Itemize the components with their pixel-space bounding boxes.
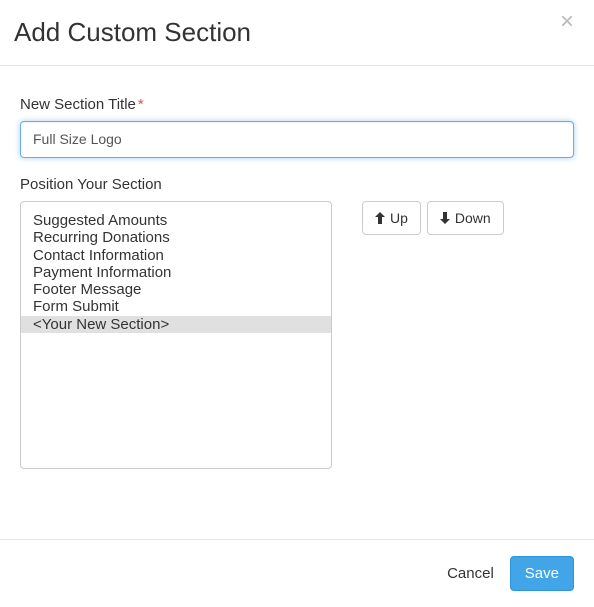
move-up-label: Up [390, 209, 408, 227]
move-down-button[interactable]: Down [427, 201, 504, 235]
move-up-button[interactable]: Up [362, 201, 421, 235]
move-down-label: Down [455, 209, 491, 227]
section-item[interactable]: Recurring Donations [21, 229, 331, 246]
arrow-up-icon [375, 212, 385, 224]
position-row: Suggested AmountsRecurring DonationsCont… [20, 201, 574, 469]
add-custom-section-modal: Add Custom Section × New Section Title* … [0, 0, 594, 607]
close-button[interactable]: × [560, 12, 574, 31]
modal-footer: Cancel Save [0, 539, 594, 607]
position-label: Position Your Section [20, 176, 574, 193]
section-title-input[interactable] [20, 121, 574, 159]
close-icon: × [560, 8, 574, 35]
modal-header: Add Custom Section × [0, 0, 594, 66]
modal-body: New Section Title* Position Your Section… [0, 66, 594, 539]
arrow-down-icon [440, 212, 450, 224]
section-title-group: New Section Title* [20, 96, 574, 159]
reorder-buttons: Up Down [362, 201, 504, 235]
section-item[interactable]: <Your New Section> [21, 316, 331, 333]
section-item[interactable]: Form Submit [21, 298, 331, 315]
required-indicator: * [138, 96, 144, 113]
modal-title: Add Custom Section [14, 18, 251, 47]
section-list[interactable]: Suggested AmountsRecurring DonationsCont… [20, 201, 332, 469]
position-section-group: Position Your Section Suggested AmountsR… [20, 176, 574, 469]
section-item[interactable]: Suggested Amounts [21, 212, 331, 229]
section-title-label-text: New Section Title [20, 96, 136, 113]
section-item[interactable]: Contact Information [21, 247, 331, 264]
section-item[interactable]: Footer Message [21, 281, 331, 298]
section-item[interactable]: Payment Information [21, 264, 331, 281]
section-title-label: New Section Title* [20, 96, 574, 113]
cancel-button[interactable]: Cancel [447, 565, 494, 582]
save-button[interactable]: Save [510, 556, 574, 591]
